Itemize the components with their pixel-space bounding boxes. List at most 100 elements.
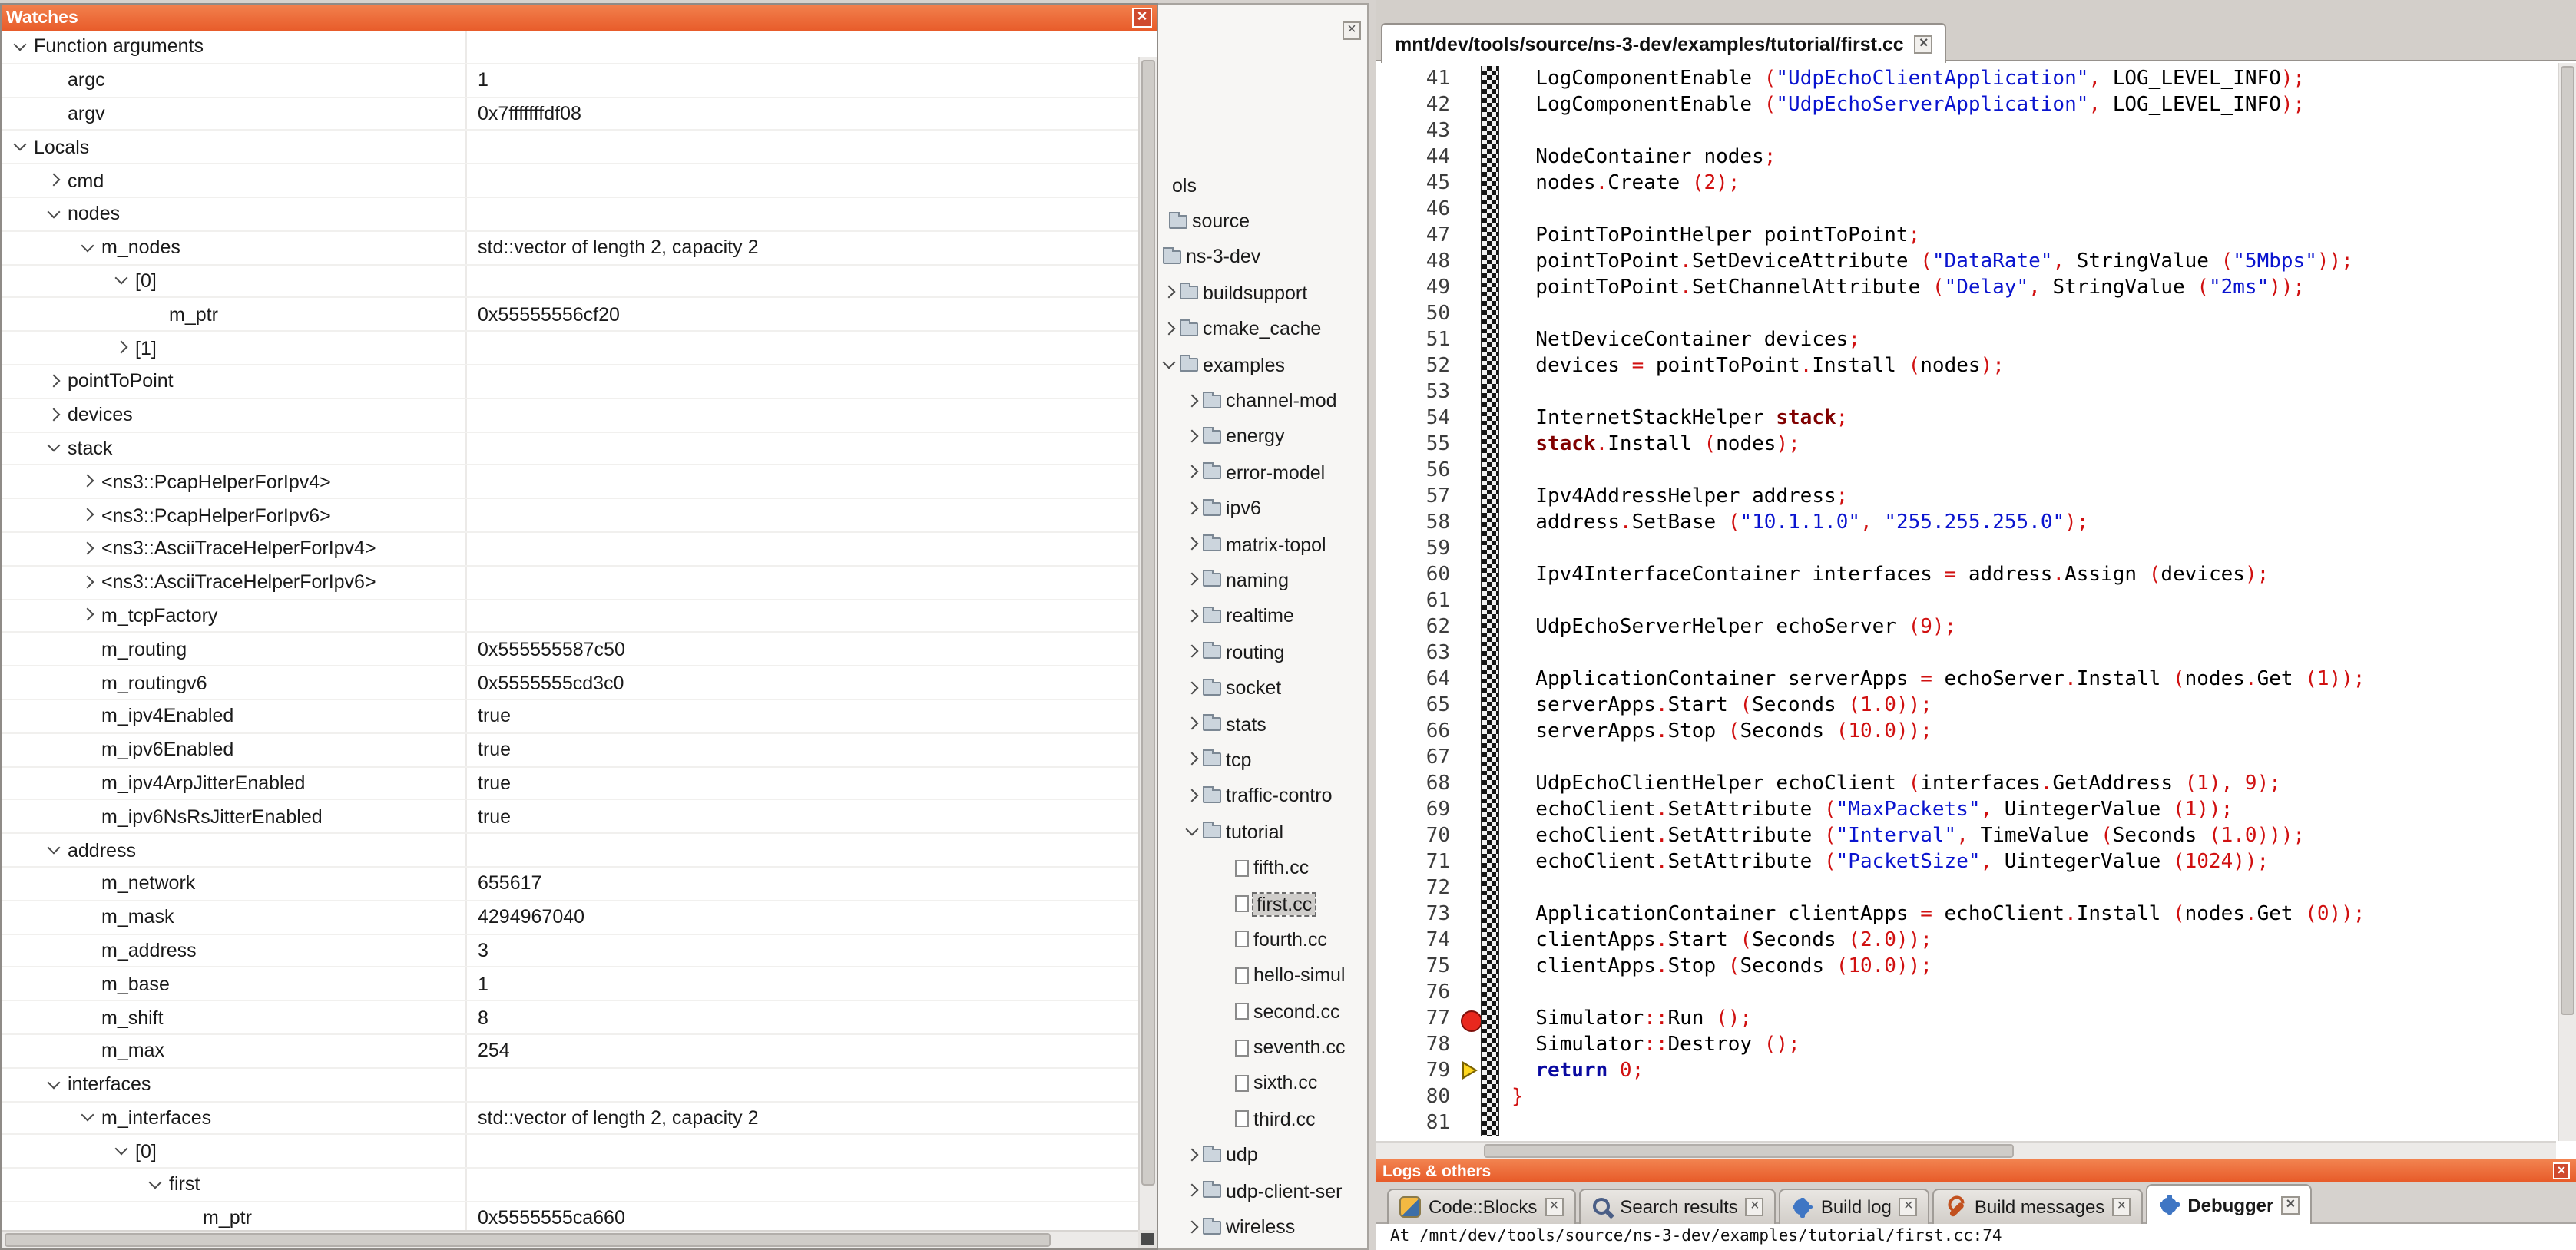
- watch-row[interactable]: pointToPoint: [2, 365, 1138, 399]
- editor-horizontal-scrollbar-thumb[interactable]: [1484, 1144, 2014, 1158]
- chevron-expanded-icon[interactable]: [45, 204, 65, 224]
- chevron-collapsed-icon[interactable]: [78, 539, 98, 559]
- watch-row[interactable]: m_ipv6NsRsJitterEnabledtrue: [2, 801, 1138, 835]
- chevron-expanded-icon[interactable]: [112, 271, 132, 291]
- tree-item-first.cc[interactable]: first.cc: [1154, 886, 1367, 922]
- watch-row[interactable]: m_interfacesstd::vector of length 2, cap…: [2, 1102, 1138, 1136]
- chevron-collapsed-icon[interactable]: [1183, 643, 1203, 663]
- watch-row[interactable]: Locals: [2, 131, 1138, 165]
- code-line[interactable]: 73 ApplicationContainer clientApps = ech…: [1376, 901, 2556, 928]
- code-line[interactable]: 69 echoClient.SetAttribute ("MaxPackets"…: [1376, 797, 2556, 823]
- chevron-expanded-icon[interactable]: [78, 237, 98, 257]
- log-tab-close-button[interactable]: ×: [2112, 1198, 2131, 1216]
- code-line[interactable]: 64 ApplicationContainer serverApps = ech…: [1376, 666, 2556, 693]
- logs-title-bar[interactable]: Logs & others ×: [1376, 1159, 2576, 1182]
- watch-row[interactable]: <ns3::PcapHelperForIpv6>: [2, 499, 1138, 533]
- watch-row[interactable]: m_network655617: [2, 868, 1138, 901]
- code-line[interactable]: 63: [1376, 640, 2556, 666]
- watch-row[interactable]: m_mask4294967040: [2, 901, 1138, 934]
- watch-row[interactable]: [1]: [2, 332, 1138, 365]
- log-tab-close-button[interactable]: ×: [1899, 1198, 1918, 1216]
- code-line[interactable]: 80}: [1376, 1084, 2556, 1110]
- code-line[interactable]: 62 UdpEchoServerHelper echoServer (9);: [1376, 614, 2556, 640]
- code-line[interactable]: 72: [1376, 875, 2556, 901]
- chevron-expanded-icon[interactable]: [1183, 822, 1203, 842]
- code-line[interactable]: 61: [1376, 588, 2556, 614]
- log-tab-code-blocks[interactable]: Code::Blocks×: [1387, 1189, 1575, 1224]
- watches-vertical-scrollbar-thumb[interactable]: [1141, 60, 1155, 1186]
- tree-item-ns-3-dev[interactable]: ns-3-dev: [1154, 240, 1367, 276]
- code-line[interactable]: 76: [1376, 980, 2556, 1006]
- editor-tab-close-button[interactable]: ×: [1915, 35, 1933, 53]
- watch-row[interactable]: cmd: [2, 164, 1138, 198]
- tree-item-realtime[interactable]: realtime: [1154, 598, 1367, 634]
- code-line[interactable]: 65 serverApps.Start (Seconds (1.0));: [1376, 693, 2556, 719]
- chevron-expanded-icon[interactable]: [1160, 355, 1180, 375]
- tree-item-hello-simul[interactable]: hello-simul: [1154, 957, 1367, 994]
- breakpoint-margin[interactable]: [1481, 66, 1499, 1136]
- chevron-collapsed-icon[interactable]: [1183, 427, 1203, 447]
- chevron-collapsed-icon[interactable]: [1183, 498, 1203, 518]
- watch-row[interactable]: <ns3::AsciiTraceHelperForIpv6>: [2, 567, 1138, 600]
- watch-row[interactable]: nodes: [2, 198, 1138, 232]
- chevron-collapsed-icon[interactable]: [1183, 1217, 1203, 1237]
- watch-row[interactable]: m_ipv4Enabledtrue: [2, 700, 1138, 734]
- log-tab-search-results[interactable]: Search results×: [1578, 1189, 1776, 1224]
- code-line[interactable]: 44 NodeContainer nodes;: [1376, 144, 2556, 170]
- watches-title-bar[interactable]: Watches ×: [2, 5, 1157, 31]
- watch-row[interactable]: argv0x7fffffffdf08: [2, 98, 1138, 131]
- code-line[interactable]: 43: [1376, 118, 2556, 144]
- tree-item-energy[interactable]: energy: [1154, 418, 1367, 455]
- chevron-expanded-icon[interactable]: [78, 1108, 98, 1128]
- code-line[interactable]: 41 LogComponentEnable ("UdpEchoClientApp…: [1376, 66, 2556, 92]
- code-line[interactable]: 54 InternetStackHelper stack;: [1376, 405, 2556, 432]
- logs-close-button[interactable]: ×: [2553, 1162, 2570, 1179]
- watches-horizontal-scrollbar-thumb[interactable]: [5, 1233, 1051, 1247]
- watch-row[interactable]: [0]: [2, 265, 1138, 299]
- chevron-expanded-icon[interactable]: [11, 137, 31, 157]
- tree-item-traffic-contro[interactable]: traffic-contro: [1154, 778, 1367, 814]
- breakpoint-icon[interactable]: [1459, 1006, 1481, 1032]
- watch-row[interactable]: argc1: [2, 64, 1138, 98]
- chevron-collapsed-icon[interactable]: [78, 572, 98, 592]
- watches-horizontal-scrollbar[interactable]: [2, 1230, 1138, 1248]
- editor-vertical-scrollbar[interactable]: [2558, 63, 2576, 1141]
- tree-item-ols[interactable]: ols: [1154, 167, 1367, 203]
- tree-item-cmake-cache[interactable]: cmake_cache: [1154, 311, 1367, 347]
- tree-item-fifth.cc[interactable]: fifth.cc: [1154, 850, 1367, 886]
- code-line[interactable]: 49 pointToPoint.SetChannelAttribute ("De…: [1376, 275, 2556, 301]
- watch-row[interactable]: m_shift8: [2, 1001, 1138, 1035]
- code-line[interactable]: 74 clientApps.Start (Seconds (2.0));: [1376, 928, 2556, 954]
- chevron-collapsed-icon[interactable]: [1183, 1145, 1203, 1165]
- watch-row[interactable]: m_base1: [2, 968, 1138, 1002]
- chevron-collapsed-icon[interactable]: [1183, 1181, 1203, 1201]
- chevron-collapsed-icon[interactable]: [78, 472, 98, 492]
- code-line[interactable]: 53: [1376, 379, 2556, 405]
- tree-item-channel-mod[interactable]: channel-mod: [1154, 383, 1367, 419]
- watch-row[interactable]: interfaces: [2, 1068, 1138, 1102]
- watch-row[interactable]: m_routing0x555555587c50: [2, 633, 1138, 667]
- chevron-expanded-icon[interactable]: [11, 37, 31, 57]
- tree-item-examples[interactable]: examples: [1154, 347, 1367, 383]
- code-line[interactable]: 47 PointToPointHelper pointToPoint;: [1376, 223, 2556, 249]
- watch-row[interactable]: m_ptr0x5555555ca660: [2, 1202, 1138, 1230]
- chevron-collapsed-icon[interactable]: [112, 338, 132, 358]
- current-line-arrow-icon[interactable]: [1459, 1058, 1481, 1084]
- tree-item-second.cc[interactable]: second.cc: [1154, 994, 1367, 1030]
- watch-row[interactable]: m_tcpFactory: [2, 600, 1138, 633]
- code-line[interactable]: 55 stack.Install (nodes);: [1376, 432, 2556, 458]
- code-line[interactable]: 50: [1376, 301, 2556, 327]
- chevron-collapsed-icon[interactable]: [1183, 463, 1203, 483]
- code-line[interactable]: 58 address.SetBase ("10.1.1.0", "255.255…: [1376, 510, 2556, 536]
- editor-tab[interactable]: mnt/dev/tools/source/ns-3-dev/examples/t…: [1381, 23, 1947, 63]
- code-line[interactable]: 57 Ipv4AddressHelper address;: [1376, 484, 2556, 510]
- tree-item-wireless[interactable]: wireless: [1154, 1209, 1367, 1245]
- log-tab-build-messages[interactable]: Build messages×: [1933, 1189, 2143, 1224]
- code-line[interactable]: 79 return 0;: [1376, 1058, 2556, 1084]
- log-tab-close-button[interactable]: ×: [1746, 1198, 1764, 1216]
- code-line[interactable]: 67: [1376, 745, 2556, 771]
- watch-row[interactable]: m_ipv4ArpJitterEnabledtrue: [2, 767, 1138, 801]
- code-line[interactable]: 66 serverApps.Stop (Seconds (10.0));: [1376, 719, 2556, 745]
- chevron-collapsed-icon[interactable]: [78, 505, 98, 525]
- tree-item-socket[interactable]: socket: [1154, 670, 1367, 706]
